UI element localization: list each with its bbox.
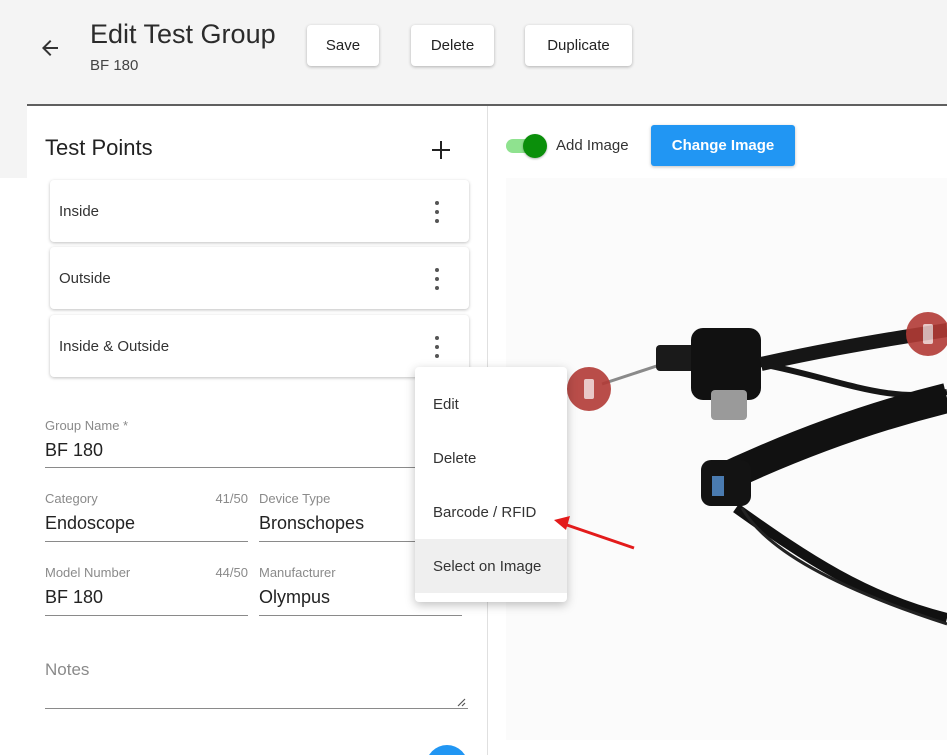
group-name-label: Group Name * <box>45 418 129 433</box>
context-menu: Edit Delete Barcode / RFID Select on Ima… <box>415 367 567 602</box>
save-button[interactable]: Save <box>307 25 379 66</box>
manufacturer-label: Manufacturer <box>259 565 336 580</box>
change-image-button[interactable]: Change Image <box>651 125 795 166</box>
category-value: Endoscope <box>45 513 136 533</box>
model-number-counter: 44/50 <box>215 565 248 580</box>
device-type-label: Device Type <box>259 491 331 506</box>
category-counter: 41/50 <box>215 491 248 506</box>
model-number-value: BF 180 <box>45 587 104 607</box>
menu-item-select-on-image[interactable]: Select on Image <box>415 539 567 593</box>
test-point-item[interactable]: Outside <box>50 247 469 309</box>
page-title: Edit Test Group <box>90 19 276 49</box>
endoscope-illustration <box>601 323 947 626</box>
menu-item-barcode-rfid[interactable]: Barcode / RFID <box>415 485 567 539</box>
category-label: Category <box>45 491 98 506</box>
back-arrow-icon[interactable] <box>36 34 64 62</box>
group-name-field[interactable]: Group Name * BF 180 <box>45 418 468 468</box>
duplicate-button[interactable]: Duplicate <box>525 25 632 66</box>
test-point-marker[interactable] <box>567 367 611 411</box>
group-name-value: BF 180 <box>45 440 104 460</box>
test-point-label: Inside & Outside <box>59 338 170 355</box>
kebab-menu-icon[interactable] <box>427 201 447 223</box>
model-number-field[interactable]: Model Number 44/50 BF 180 <box>45 565 248 616</box>
category-field[interactable]: Category 41/50 Endoscope <box>45 491 248 542</box>
device-type-value: Bronschopes <box>259 513 365 533</box>
device-image[interactable] <box>506 178 947 740</box>
notes-label: Notes <box>45 660 90 679</box>
delete-button[interactable]: Delete <box>411 25 494 66</box>
menu-item-delete[interactable]: Delete <box>415 431 567 485</box>
add-image-toggle[interactable] <box>506 134 548 158</box>
notes-field[interactable]: Notes <box>45 660 468 709</box>
page-subtitle: BF 180 <box>90 57 139 74</box>
background-band <box>0 106 27 178</box>
test-point-item[interactable]: Inside <box>50 180 469 242</box>
kebab-menu-icon[interactable] <box>427 268 447 290</box>
test-points-title: Test Points <box>45 135 153 160</box>
floating-action-button[interactable] <box>426 745 468 755</box>
toggle-thumb <box>523 134 547 158</box>
plus-icon[interactable] <box>430 139 452 161</box>
test-point-label: Inside <box>59 203 100 220</box>
add-image-label: Add Image <box>556 137 629 154</box>
kebab-menu-icon[interactable] <box>427 336 447 358</box>
test-point-item[interactable]: Inside & Outside <box>50 315 469 377</box>
model-number-label: Model Number <box>45 565 131 580</box>
menu-item-edit[interactable]: Edit <box>415 377 567 431</box>
test-point-marker[interactable] <box>906 312 947 356</box>
test-point-label: Outside <box>59 270 111 287</box>
resize-handle-icon[interactable] <box>456 694 466 707</box>
manufacturer-value: Olympus <box>259 587 331 607</box>
